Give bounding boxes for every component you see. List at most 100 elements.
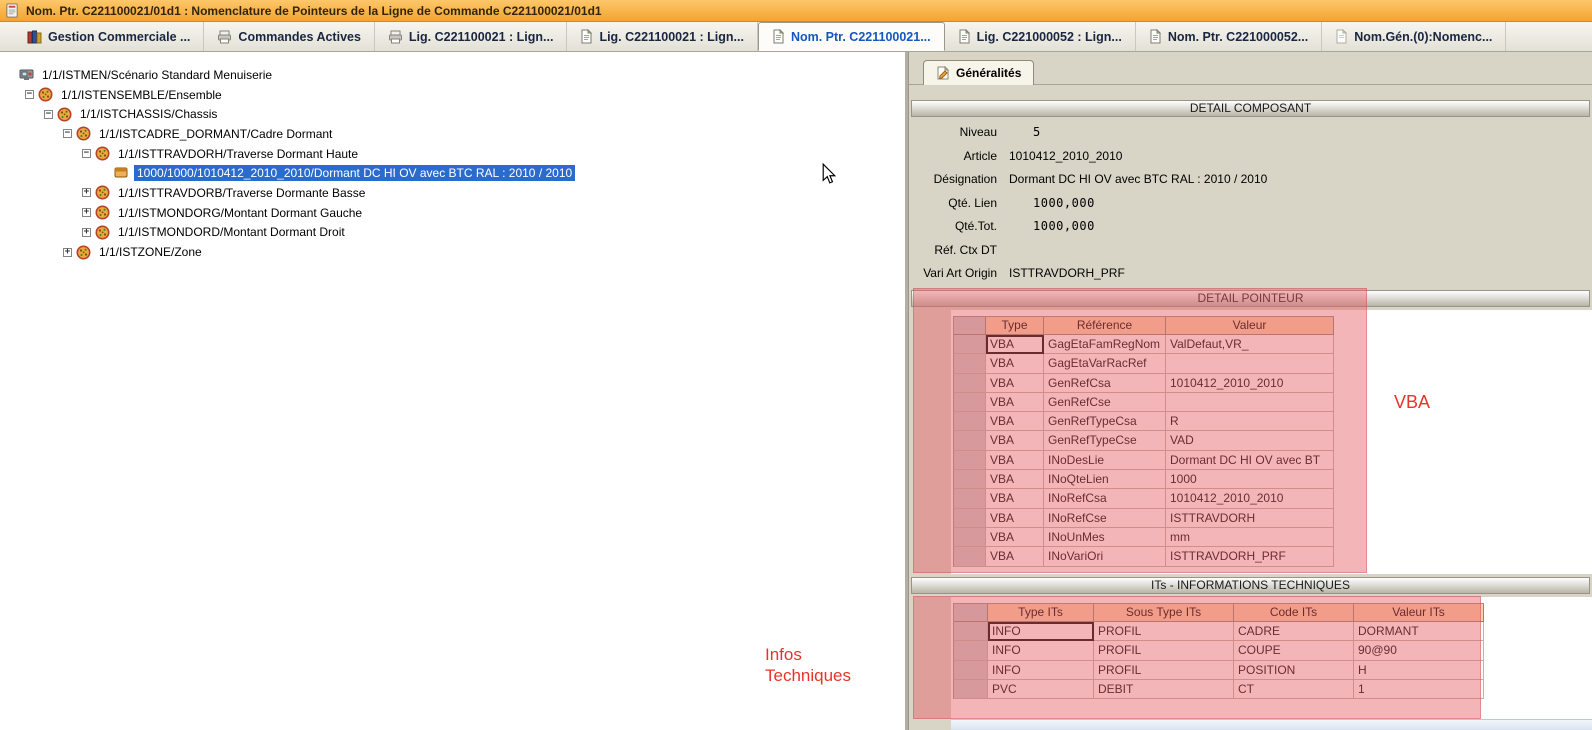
tree-item[interactable]: −1/1/ISTCADRE_DORMANT/Cadre Dormant [6, 124, 905, 144]
grid-cell[interactable]: PROFIL [1094, 622, 1234, 641]
tree-item[interactable]: −1/1/ISTCHASSIS/Chassis [6, 104, 905, 124]
expand-icon[interactable]: + [82, 208, 91, 217]
grid-cell[interactable]: ValDefaut,VR_ [1166, 335, 1334, 354]
grid-cell[interactable] [1166, 393, 1334, 412]
row-header[interactable] [954, 335, 986, 354]
row-header[interactable] [954, 661, 988, 680]
grid-cell[interactable]: 1010412_2010_2010 [1166, 489, 1334, 508]
grid-cell[interactable]: Dormant DC HI OV avec BT [1166, 451, 1334, 470]
grid-cell[interactable]: PROFIL [1094, 661, 1234, 680]
expand-icon[interactable]: + [63, 248, 72, 257]
row-header[interactable] [954, 509, 986, 528]
grid-cell[interactable]: VBA [986, 335, 1044, 354]
grid-cell[interactable]: GenRefTypeCse [1044, 431, 1166, 450]
grid-cell[interactable]: 1 [1354, 680, 1484, 699]
grid-cell[interactable]: DORMANT [1354, 622, 1484, 641]
grid-cell[interactable]: VBA [986, 509, 1044, 528]
column-header-valeur[interactable]: Valeur [1166, 317, 1334, 335]
grid-cell[interactable]: INFO [988, 641, 1094, 660]
expand-icon[interactable]: + [82, 228, 91, 237]
row-header[interactable] [954, 680, 988, 699]
row-header[interactable] [954, 528, 986, 547]
grid-cell[interactable]: VBA [986, 431, 1044, 450]
tab-commandes-actives[interactable]: Commandes Actives [204, 22, 375, 51]
tab-lig-c221100021-lign[interactable]: Lig. C221100021 : Lign... [375, 22, 568, 51]
grid-cell[interactable]: INFO [988, 622, 1094, 641]
grid-cell[interactable]: VBA [986, 393, 1044, 412]
grid-cell[interactable]: INoQteLien [1044, 470, 1166, 489]
grid-cell[interactable]: VBA [986, 489, 1044, 508]
grid-cell[interactable]: 90@90 [1354, 641, 1484, 660]
grid-cell[interactable]: VBA [986, 374, 1044, 393]
grid-cell[interactable]: GenRefCse [1044, 393, 1166, 412]
column-header-type[interactable]: Type [986, 317, 1044, 335]
tab-nom-g-n-0-nomenc[interactable]: Nom.Gén.(0):Nomenc... [1322, 22, 1506, 51]
grid-cell[interactable]: mm [1166, 528, 1334, 547]
grid-cell[interactable]: GagEtaFamRegNom [1044, 335, 1166, 354]
tree-item[interactable]: +1/1/ISTMONDORD/Montant Dormant Droit [6, 223, 905, 243]
grid-cell[interactable]: VBA [986, 412, 1044, 431]
column-header-r-f-rence[interactable]: Référence [1044, 317, 1166, 335]
tree-item[interactable]: 1000/1000/1010412_2010_2010/Dormant DC H… [6, 163, 905, 183]
grid-cell[interactable]: INoRefCse [1044, 509, 1166, 528]
column-header-valeur-its[interactable]: Valeur ITs [1354, 604, 1484, 622]
grid-cell[interactable]: VBA [986, 528, 1044, 547]
grid-cell[interactable]: COUPE [1234, 641, 1354, 660]
expand-icon[interactable]: + [82, 188, 91, 197]
grid-cell[interactable]: VBA [986, 354, 1044, 373]
row-header[interactable] [954, 412, 986, 431]
row-header[interactable] [954, 470, 986, 489]
grid-cell[interactable]: CT [1234, 680, 1354, 699]
row-header[interactable] [954, 393, 986, 412]
grid-cell[interactable]: INFO [988, 661, 1094, 680]
column-header-code-its[interactable]: Code ITs [1234, 604, 1354, 622]
row-header[interactable] [954, 489, 986, 508]
row-header[interactable] [954, 374, 986, 393]
grid-cell[interactable]: DEBIT [1094, 680, 1234, 699]
tab-generalites[interactable]: Généralités [923, 60, 1034, 85]
grid-cell[interactable]: GenRefCsa [1044, 374, 1166, 393]
grid-cell[interactable]: ISTTRAVDORH_PRF [1166, 547, 1334, 566]
grid-cell[interactable]: GagEtaVarRacRef [1044, 354, 1166, 373]
grid-cell[interactable]: VBA [986, 451, 1044, 470]
tree-item[interactable]: +1/1/ISTTRAVDORB/Traverse Dormante Basse [6, 183, 905, 203]
tree-item[interactable]: +1/1/ISTZONE/Zone [6, 242, 905, 262]
tab-nom-ptr-c221000052[interactable]: Nom. Ptr. C221000052... [1136, 22, 1322, 51]
row-header[interactable] [954, 641, 988, 660]
horizontal-scrollbar[interactable] [951, 719, 1592, 730]
grid-cell[interactable]: INoDesLie [1044, 451, 1166, 470]
tab-lig-c221000052-lign[interactable]: Lig. C221000052 : Lign... [945, 22, 1136, 51]
tab-lig-c221100021-lign[interactable]: Lig. C221100021 : Lign... [567, 22, 758, 51]
tree-item[interactable]: −1/1/ISTENSEMBLE/Ensemble [6, 85, 905, 105]
grid-cell[interactable] [1166, 354, 1334, 373]
column-header-type-its[interactable]: Type ITs [988, 604, 1094, 622]
tab-nom-ptr-c221100021[interactable]: Nom. Ptr. C221100021... [758, 22, 945, 51]
row-header[interactable] [954, 431, 986, 450]
row-header[interactable] [954, 622, 988, 641]
grid-cell[interactable]: ISTTRAVDORH [1166, 509, 1334, 528]
grid-cell[interactable]: PROFIL [1094, 641, 1234, 660]
column-header-sous-type-its[interactable]: Sous Type ITs [1094, 604, 1234, 622]
tree-item[interactable]: +1/1/ISTMONDORG/Montant Dormant Gauche [6, 203, 905, 223]
grid-cell[interactable]: CADRE [1234, 622, 1354, 641]
grid-cell[interactable]: GenRefTypeCsa [1044, 412, 1166, 431]
grid-cell[interactable]: VBA [986, 547, 1044, 566]
grid-cell[interactable]: VAD [1166, 431, 1334, 450]
tree-item[interactable]: 1/1/ISTMEN/Scénario Standard Menuiserie [6, 65, 905, 85]
grid-cell[interactable]: 1000 [1166, 470, 1334, 489]
grid-cell[interactable]: INoUnMes [1044, 528, 1166, 547]
row-header[interactable] [954, 547, 986, 566]
grid-cell[interactable]: R [1166, 412, 1334, 431]
row-header[interactable] [954, 451, 986, 470]
row-header[interactable] [954, 354, 986, 373]
collapse-icon[interactable]: − [82, 149, 91, 158]
grid-cell[interactable]: VBA [986, 470, 1044, 489]
grid-cell[interactable]: POSITION [1234, 661, 1354, 680]
grid-cell[interactable]: H [1354, 661, 1484, 680]
collapse-icon[interactable]: − [63, 129, 72, 138]
tab-gestion-commerciale[interactable]: Gestion Commerciale ... [14, 22, 204, 51]
tree-item[interactable]: −1/1/ISTTRAVDORH/Traverse Dormant Haute [6, 144, 905, 164]
grid-cell[interactable]: 1010412_2010_2010 [1166, 374, 1334, 393]
grid-cell[interactable]: INoVariOri [1044, 547, 1166, 566]
grid-cell[interactable]: PVC [988, 680, 1094, 699]
